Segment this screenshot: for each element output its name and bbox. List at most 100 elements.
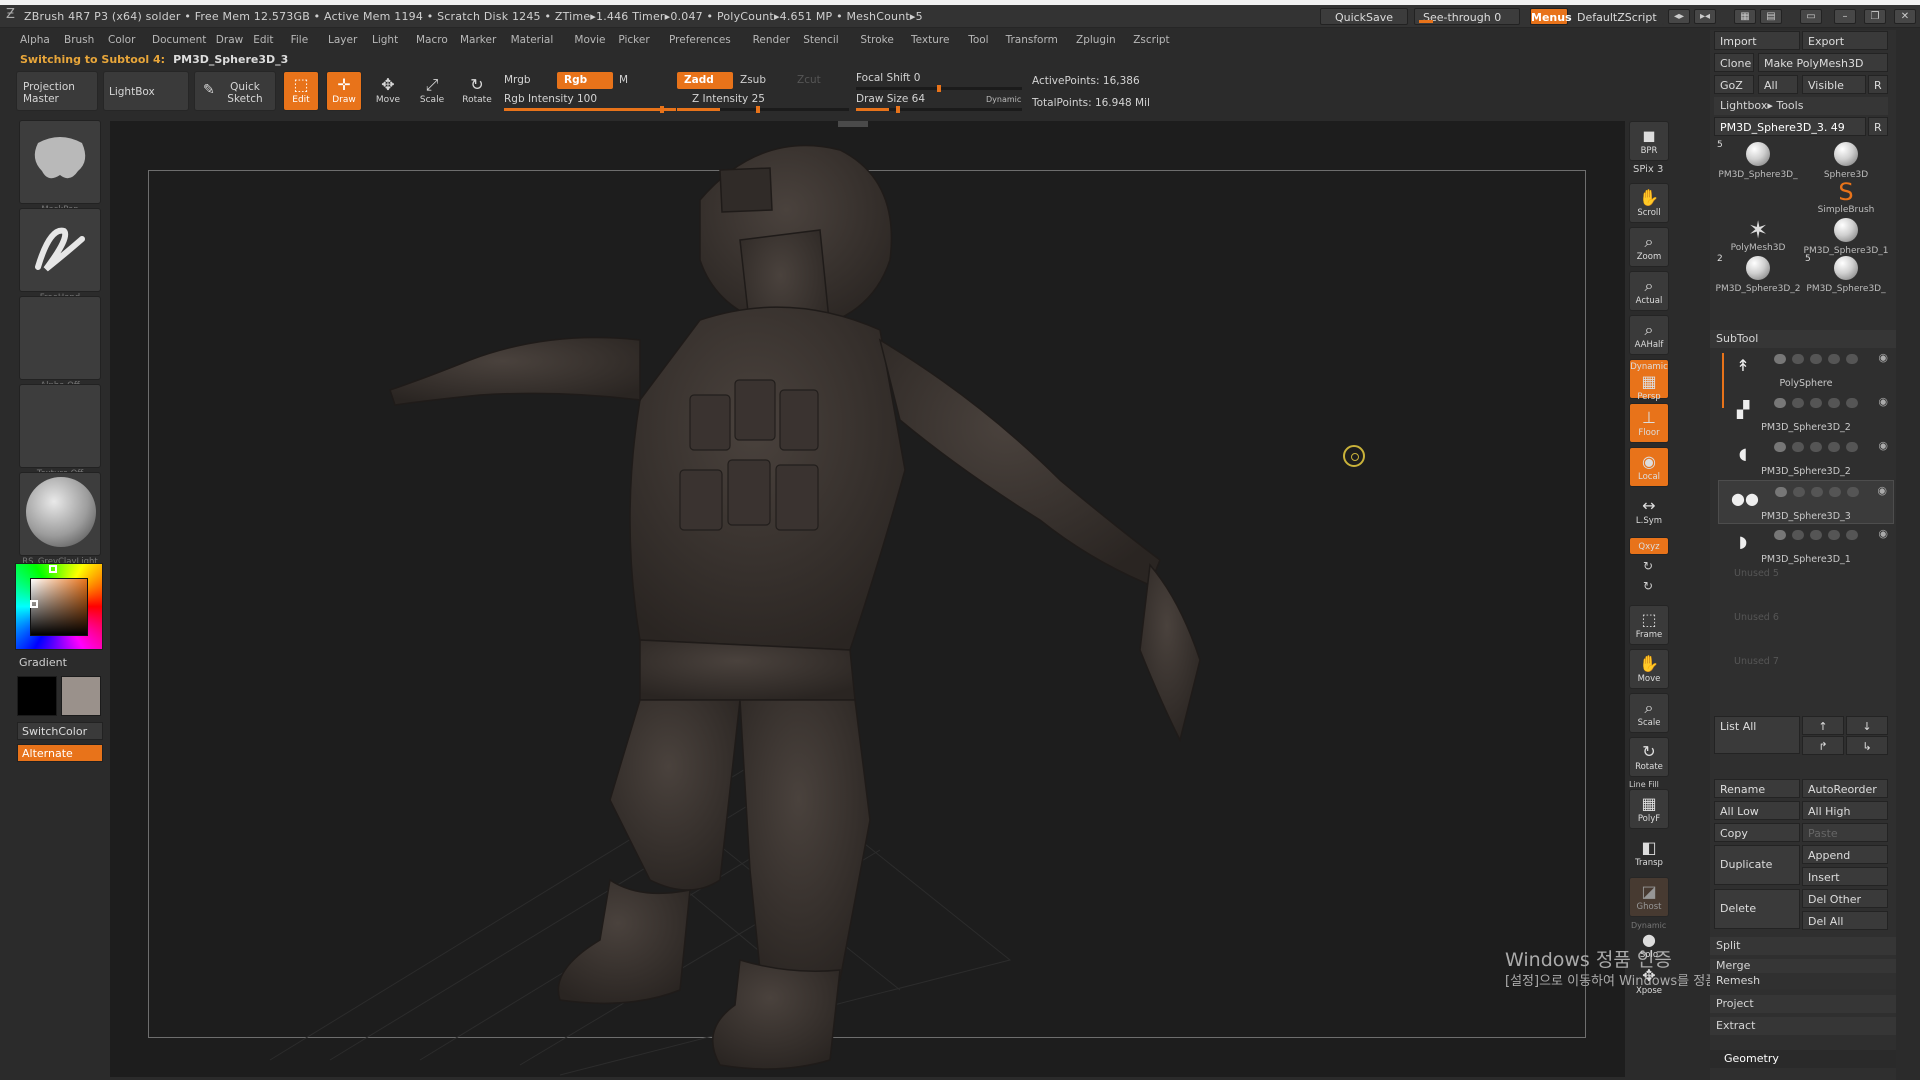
delete-button[interactable]: Delete	[1714, 889, 1800, 929]
dynamic-size-toggle[interactable]: Dynamic	[986, 92, 1021, 108]
quicksave-button[interactable]: QuickSave	[1320, 8, 1408, 25]
current-tool-r-button[interactable]: R	[1868, 117, 1888, 136]
spix-label[interactable]: SPix 3	[1633, 164, 1663, 175]
menu-macro[interactable]: Macro	[416, 29, 448, 51]
scroll-button[interactable]: ✋ Scroll	[1629, 183, 1669, 223]
subtool-toggle-icon[interactable]	[1810, 354, 1822, 364]
subtool-toggle-icon[interactable]	[1774, 530, 1786, 540]
lightbox-button[interactable]: LightBox	[103, 71, 189, 111]
gradient-label[interactable]: Gradient	[19, 656, 67, 669]
subtool-toggle-icon[interactable]	[1792, 442, 1804, 452]
subtool-toggle-icon[interactable]	[1811, 487, 1823, 497]
bpr-button[interactable]: ◼ BPR	[1629, 121, 1669, 161]
all-high-button[interactable]: All High	[1802, 801, 1888, 820]
make-polymesh3d-button[interactable]: Make PolyMesh3D	[1758, 53, 1888, 72]
draw-size-slider[interactable]	[856, 106, 1022, 113]
subtool-header[interactable]: SubTool	[1710, 330, 1896, 348]
clone-button[interactable]: Clone	[1714, 53, 1754, 72]
subtool-toggle-icon[interactable]	[1793, 487, 1805, 497]
aahalf-button[interactable]: ⌕ AAHalf	[1629, 315, 1669, 355]
zadd-button[interactable]: Zadd	[677, 72, 733, 89]
menu-material[interactable]: Material	[511, 29, 554, 51]
duplicate-button[interactable]: Duplicate	[1714, 845, 1800, 885]
menus-toggle-button[interactable]: Menus	[1530, 8, 1572, 25]
mrgb-button[interactable]: Mrgb	[504, 72, 531, 88]
subtool-arrow-down-right-icon[interactable]: ↳	[1846, 736, 1888, 755]
subtool-toggle-icon[interactable]	[1846, 442, 1858, 452]
m-button[interactable]: M	[612, 72, 635, 89]
menu-edit[interactable]: Edit	[253, 29, 273, 51]
frame-button[interactable]: ⬚ Frame	[1629, 605, 1669, 645]
close-icon[interactable]: ✕	[1894, 9, 1916, 24]
subtool-arrow-up-right-icon[interactable]: ↱	[1802, 736, 1844, 755]
lock-icon[interactable]: ▭	[1800, 9, 1822, 24]
subtool-toggle-icon[interactable]	[1774, 354, 1786, 364]
rotate-view-button[interactable]: ↻ Rotate	[1629, 737, 1669, 777]
subtool-toggle-icon[interactable]	[1847, 487, 1859, 497]
subtool-toggle-icon[interactable]	[1774, 442, 1786, 452]
move-subtool-down-icon[interactable]: ↓	[1846, 716, 1888, 735]
secondary-color-swatch[interactable]	[61, 676, 101, 716]
scale-mode-button[interactable]: ⤢ Scale	[414, 71, 450, 111]
lightbox-tools-button[interactable]: Lightbox▸ Tools	[1714, 97, 1888, 115]
subtool-toggle-icon[interactable]	[1775, 487, 1787, 497]
draw-mode-button[interactable]: ✛ Draw	[326, 71, 362, 111]
menu-brush[interactable]: Brush	[64, 29, 94, 51]
menu-zscript[interactable]: Zscript	[1133, 29, 1169, 51]
alpha-selector[interactable]: Alpha Off	[19, 296, 101, 391]
zcut-button[interactable]: Zcut	[790, 72, 828, 89]
menu-light[interactable]: Light	[372, 29, 398, 51]
menu-draw[interactable]: Draw	[216, 29, 243, 51]
subtool-toggle-icon[interactable]	[1846, 354, 1858, 364]
persp-button[interactable]: Dynamic ▦ Persp	[1629, 359, 1669, 402]
subtool-row[interactable]: ▞ ◉ PM3D_Sphere3D_2	[1718, 392, 1894, 436]
menu-marker[interactable]: Marker	[460, 29, 496, 51]
subtool-toggle-icon[interactable]	[1828, 398, 1840, 408]
goz-all-button[interactable]: All	[1758, 75, 1798, 94]
move-subtool-up-icon[interactable]: ↑	[1802, 716, 1844, 735]
main-color-swatch[interactable]	[17, 676, 57, 716]
local-button[interactable]: ◉ Local	[1629, 447, 1669, 487]
focal-shift-slider[interactable]	[856, 85, 1022, 92]
xyz-button[interactable]: Qxyz	[1629, 537, 1669, 555]
menu-stencil[interactable]: Stencil	[803, 29, 839, 51]
minimize-icon[interactable]: –	[1834, 9, 1856, 24]
edit-mode-button[interactable]: ⬚ Edit	[283, 71, 319, 111]
lsym-button[interactable]: ↔ L.Sym	[1629, 495, 1669, 527]
goz-button[interactable]: GoZ	[1714, 75, 1754, 94]
append-button[interactable]: Append	[1802, 845, 1888, 864]
rotate-mode-button[interactable]: ↻ Rotate	[458, 71, 496, 111]
subtool-toggle-icon[interactable]	[1828, 442, 1840, 452]
copy-button[interactable]: Copy	[1714, 823, 1800, 842]
tool-thumb-6[interactable]: PM3D_Sphere3D_ 5	[1802, 254, 1890, 298]
tray-toggle-left-icon[interactable]: ◂▸	[1668, 9, 1690, 24]
subtool-row[interactable]: ↟ ◉ PolySphere	[1718, 348, 1894, 392]
visibility-eye-icon[interactable]: ◉	[1877, 484, 1887, 497]
subtool-toggle-icon[interactable]	[1810, 442, 1822, 452]
menu-file[interactable]: File	[291, 29, 309, 51]
geometry-section[interactable]: Geometry	[1710, 1050, 1896, 1068]
color-picker-square[interactable]	[30, 578, 88, 636]
default-zscript-button[interactable]: DefaultZScript	[1572, 8, 1664, 25]
menu-color[interactable]: Color	[108, 29, 135, 51]
floor-button[interactable]: ⊥ Floor	[1629, 403, 1669, 443]
see-through-slider[interactable]: See-through 0	[1414, 8, 1520, 25]
restore-icon[interactable]: ❐	[1864, 9, 1886, 24]
visibility-eye-icon[interactable]: ◉	[1878, 439, 1888, 452]
actual-button[interactable]: ⌕ Actual	[1629, 271, 1669, 311]
subtool-toggle-icon[interactable]	[1829, 487, 1841, 497]
all-low-button[interactable]: All Low	[1714, 801, 1800, 820]
current-tool-slider[interactable]: PM3D_Sphere3D_3. 49	[1714, 117, 1866, 136]
move-view-button[interactable]: ✋ Move	[1629, 649, 1669, 689]
visibility-eye-icon[interactable]: ◉	[1878, 395, 1888, 408]
menu-layer[interactable]: Layer	[328, 29, 357, 51]
move-mode-button[interactable]: ✥ Move	[370, 71, 406, 111]
menu-stroke[interactable]: Stroke	[860, 29, 893, 51]
export-button[interactable]: Export	[1802, 31, 1888, 50]
rgb-intensity-slider[interactable]	[504, 106, 676, 113]
menu-render[interactable]: Render	[753, 29, 790, 51]
del-other-button[interactable]: Del Other	[1802, 889, 1888, 908]
alternate-button[interactable]: Alternate	[17, 744, 103, 762]
tray-toggle-right-icon[interactable]: ▸◂	[1694, 9, 1716, 24]
menu-preferences[interactable]: Preferences	[669, 29, 731, 51]
